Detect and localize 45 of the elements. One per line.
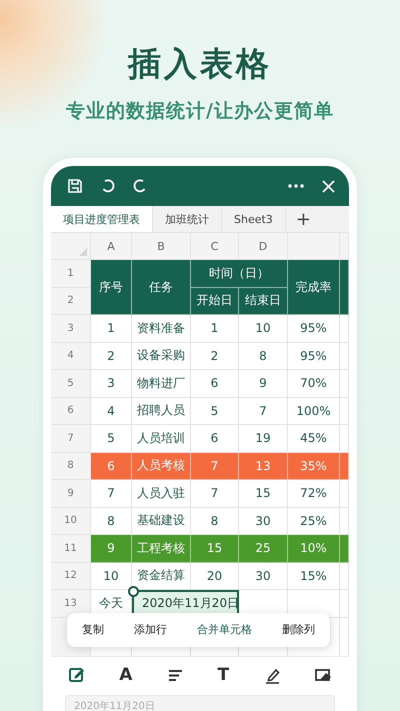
table-cell: 9	[239, 370, 288, 398]
table-cell: 30	[239, 562, 288, 590]
table-cell: 1	[91, 315, 132, 342]
table-cell: 10%	[288, 535, 340, 562]
table-cell: 人员入驻	[132, 480, 191, 508]
table-cell: 15%	[288, 562, 340, 590]
table-cell: 资料准备	[132, 315, 191, 342]
table-cell: 人员考核	[132, 452, 191, 480]
table-header-cell: 开始日	[191, 288, 239, 315]
table-cell: 10	[239, 315, 288, 342]
table-header-cell: 时间（日）	[191, 260, 288, 288]
table-cell: 7	[191, 452, 239, 480]
table-cell: 95%	[288, 342, 340, 370]
table-cell: 15	[239, 480, 288, 508]
table-cell: 72%	[288, 480, 340, 508]
table-header-cell: 任务	[132, 260, 191, 315]
table-cell: 7	[191, 480, 239, 508]
table-header-cell: 序号	[91, 260, 132, 315]
table-cell: 招聘人员	[132, 398, 191, 425]
table-header-cell: 完成率	[288, 260, 340, 315]
table-cell: 25	[239, 535, 288, 562]
table-cell: 95%	[288, 315, 340, 342]
table-cell: 工程考核	[132, 535, 191, 562]
table-cell: 100%	[288, 398, 340, 425]
table-cell: 9	[91, 535, 132, 562]
table-cell: 7	[91, 480, 132, 508]
table-cell: 1	[191, 315, 239, 342]
table-cell: 8	[239, 342, 288, 370]
tagline: 专业的数据统计/让办公更简单	[66, 99, 334, 124]
table-cell: 4	[91, 398, 132, 425]
table-cell: 设备采购	[132, 342, 191, 370]
table-cell: 35%	[288, 452, 340, 480]
table-cell: 15	[191, 535, 239, 562]
table-cell: 5	[191, 398, 239, 425]
table-header-cell: 结束日	[239, 288, 288, 315]
table-cell: 6	[191, 370, 239, 398]
table-cell: 2	[91, 342, 132, 370]
table-cell: 2	[191, 342, 239, 370]
table-cell: 3	[91, 370, 132, 398]
table-cell: 13	[239, 452, 288, 480]
table-cell: 70%	[288, 370, 340, 398]
headline: 插入表格	[128, 44, 272, 84]
table-cell: 7	[239, 398, 288, 425]
table-cell: 6	[91, 452, 132, 480]
table-cell: 物料进厂	[132, 370, 191, 398]
